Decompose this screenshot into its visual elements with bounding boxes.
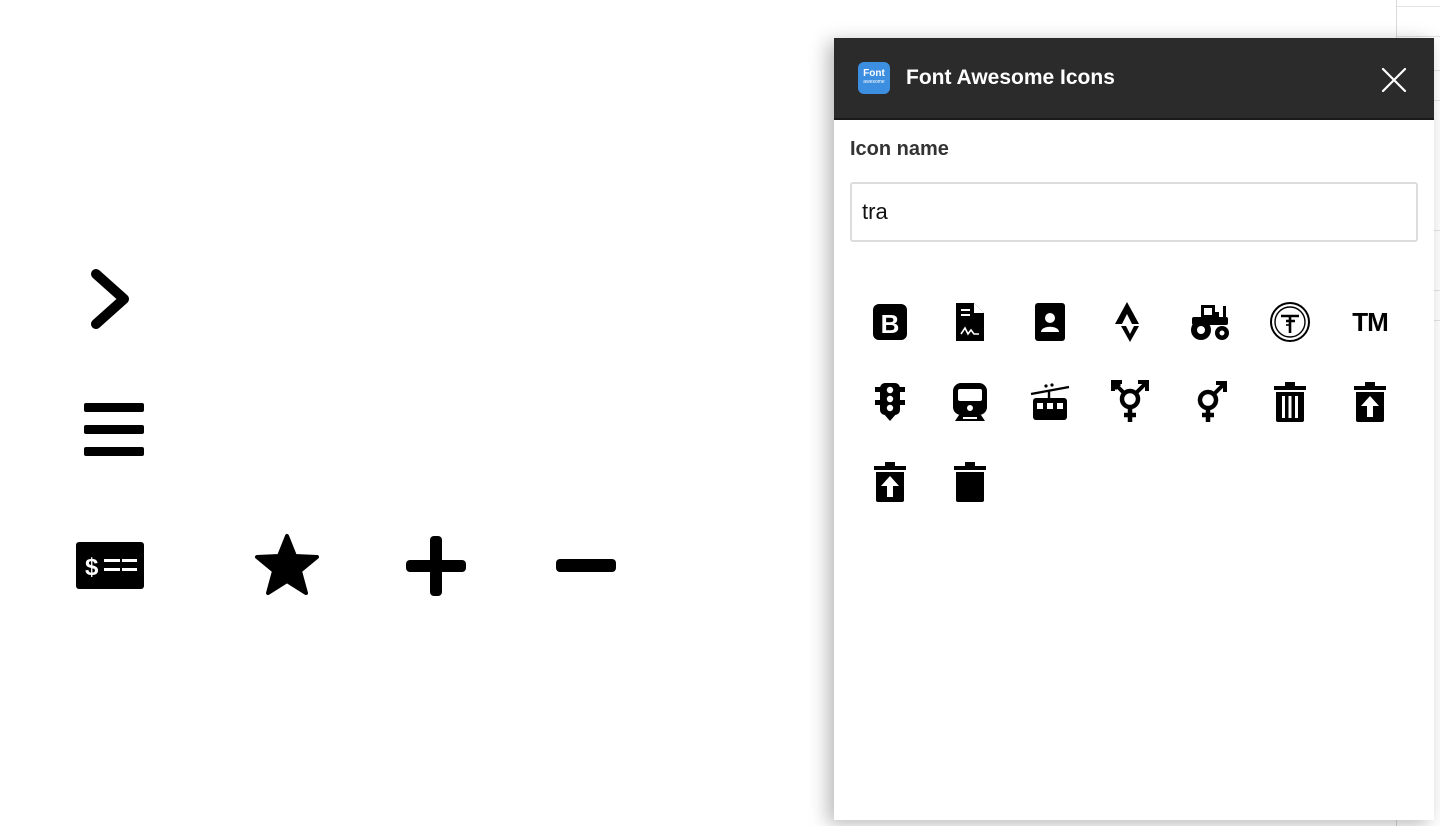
bars-icon[interactable] bbox=[83, 402, 145, 458]
panel-header: Font awesome Font Awesome Icons bbox=[834, 38, 1434, 120]
svg-text:B: B bbox=[881, 309, 900, 339]
icon-name-label: Icon name bbox=[850, 138, 949, 160]
logo-text-secondary: awesome bbox=[863, 79, 885, 85]
address-book-icon[interactable] bbox=[1010, 282, 1090, 362]
tram-icon[interactable] bbox=[1010, 362, 1090, 442]
trash-icon[interactable] bbox=[930, 442, 1010, 522]
icon-picker-panel: Font awesome Font Awesome Icons Icon nam… bbox=[834, 38, 1434, 820]
transgender-alt-icon[interactable] bbox=[1090, 362, 1170, 442]
icon-name-input[interactable] bbox=[850, 182, 1418, 242]
bootstrap-icon[interactable]: B bbox=[850, 282, 930, 362]
transgender-icon[interactable] bbox=[1170, 362, 1250, 442]
font-awesome-logo: Font awesome bbox=[858, 62, 890, 94]
plus-icon[interactable] bbox=[405, 535, 467, 597]
trash-restore-alt-icon[interactable] bbox=[850, 442, 930, 522]
tumblr-circle-icon[interactable] bbox=[1250, 282, 1330, 362]
file-contract-icon[interactable] bbox=[930, 282, 1010, 362]
trash-restore-icon[interactable] bbox=[1330, 362, 1410, 442]
panel-title: Font Awesome Icons bbox=[906, 66, 1115, 89]
logo-text-primary: Font bbox=[863, 68, 885, 79]
trademark-glyph: TM bbox=[1352, 306, 1389, 337]
star-icon[interactable] bbox=[253, 533, 321, 599]
chevron-right-icon[interactable] bbox=[86, 266, 132, 332]
tractor-icon[interactable] bbox=[1170, 282, 1250, 362]
strava-icon[interactable] bbox=[1090, 282, 1170, 362]
trademark-icon[interactable]: TM bbox=[1330, 282, 1410, 362]
traffic-light-icon[interactable] bbox=[850, 362, 930, 442]
close-icon[interactable] bbox=[1380, 66, 1408, 94]
canvas-area: $ bbox=[0, 0, 834, 826]
trash-alt-icon[interactable] bbox=[1250, 362, 1330, 442]
minus-icon[interactable] bbox=[555, 558, 617, 574]
train-icon[interactable] bbox=[930, 362, 1010, 442]
money-check-icon[interactable]: $ bbox=[75, 541, 145, 591]
svg-text:$: $ bbox=[85, 554, 99, 581]
